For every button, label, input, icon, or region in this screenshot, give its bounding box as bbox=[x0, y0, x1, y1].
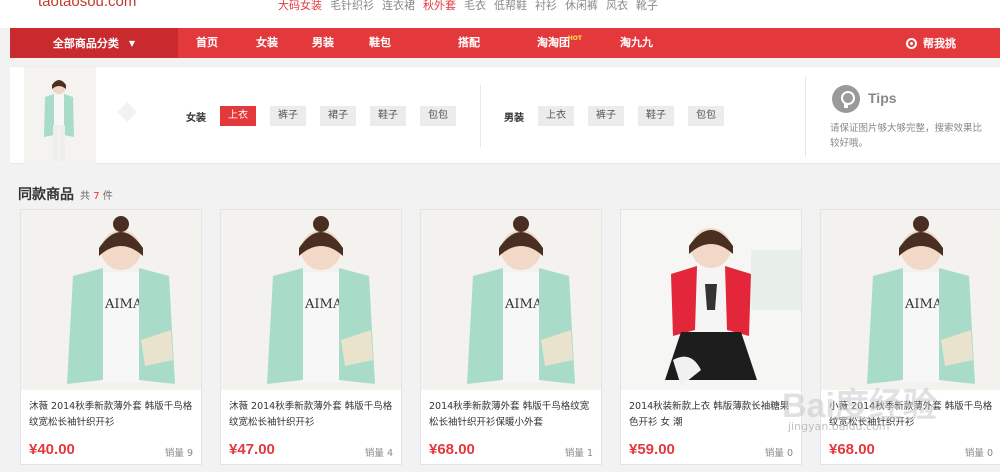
chip-men-bags[interactable]: 包包 bbox=[688, 106, 724, 126]
product-title[interactable]: 沐薇 2014秋季新款薄外套 韩版千鸟格纹宽松长袖针织开衫 bbox=[229, 399, 397, 433]
count-prefix: 共 bbox=[80, 191, 90, 202]
chevron-down-icon: ▼ bbox=[128, 38, 136, 48]
query-image bbox=[44, 80, 74, 161]
hot-badge: HOT bbox=[567, 35, 582, 42]
product-photo: AIMA bbox=[821, 210, 1000, 390]
tips-title: Tips bbox=[868, 90, 897, 106]
nav-item-group-buy-label: 淘淘团 bbox=[537, 36, 570, 49]
product-image[interactable]: AIMA bbox=[821, 210, 1000, 390]
product-card[interactable]: AIMA 沐薇 2014秋季新款薄外套 韩版千鸟格纹宽松长袖针织开衫 ¥40.0… bbox=[20, 209, 202, 465]
nav-item-outfits[interactable]: 搭配 bbox=[458, 28, 480, 58]
product-sales: 销量 0 bbox=[764, 448, 793, 459]
product-card[interactable]: AIMA 小薇 2014秋季新款薄外套 韩版千鸟格纹宽松长袖针织开衫 ¥68.0… bbox=[820, 209, 1000, 465]
tips-text: 请保证图片够大够完整，搜索效果比较好哦。 bbox=[830, 123, 983, 149]
hotlink[interactable]: 连衣裙 bbox=[382, 0, 415, 13]
help-me-pick-button[interactable]: 帮我挑 bbox=[906, 28, 956, 58]
product-image[interactable] bbox=[621, 210, 801, 390]
nav-item-shoes-bags[interactable]: 鞋包 bbox=[369, 28, 391, 58]
svg-text:AIMA: AIMA bbox=[904, 297, 943, 312]
product-sales: 销量 0 bbox=[964, 448, 993, 459]
product-price: ¥68.00 bbox=[829, 441, 875, 458]
hotlink[interactable]: 大码女装 bbox=[278, 0, 322, 13]
target-icon bbox=[906, 37, 917, 49]
hotlink[interactable]: 休闲裤 bbox=[565, 0, 598, 13]
product-image[interactable]: AIMA bbox=[421, 210, 601, 390]
count-number: 7 bbox=[93, 191, 100, 202]
help-me-pick-label: 帮我挑 bbox=[923, 37, 956, 50]
all-categories-label: 全部商品分类 bbox=[52, 37, 119, 50]
chip-women-skirts[interactable]: 裙子 bbox=[320, 106, 356, 126]
product-price: ¥59.00 bbox=[629, 441, 675, 458]
hotlink[interactable]: 低帮鞋 bbox=[494, 0, 527, 13]
same-items-header: 同款商品 共 7 件 bbox=[18, 184, 113, 204]
svg-text:AIMA: AIMA bbox=[104, 297, 143, 312]
svg-text:AIMA: AIMA bbox=[504, 297, 543, 312]
product-title[interactable]: 2014秋装新款上衣 韩版薄款长袖糖果色开衫 女 潮 bbox=[629, 399, 797, 433]
hotlink[interactable]: 风衣 bbox=[606, 0, 628, 13]
item-count: 共 7 件 bbox=[80, 187, 113, 202]
nav-item-group-buy[interactable]: 淘淘团 HOT bbox=[537, 28, 582, 58]
top-bar: taotaosou.com 大码女装 毛针织衫 连衣裙 秋外套 毛衣 低帮鞋 衬… bbox=[0, 0, 1000, 28]
count-suffix: 件 bbox=[102, 191, 113, 202]
product-price: ¥47.00 bbox=[229, 441, 275, 458]
hotlink[interactable]: 靴子 bbox=[636, 0, 658, 13]
men-filter-row: 男装 上衣 裤子 鞋子 包包 bbox=[504, 106, 738, 126]
product-sales: 销量 1 bbox=[564, 448, 593, 459]
query-image-thumbnail[interactable] bbox=[24, 67, 96, 165]
men-filter-label: 男装 bbox=[504, 112, 524, 124]
women-filter-row: 女装 上衣 裤子 裙子 鞋子 包包 bbox=[186, 106, 470, 126]
product-image[interactable]: AIMA bbox=[221, 210, 401, 390]
product-card[interactable]: 2014秋装新款上衣 韩版薄款长袖糖果色开衫 女 潮 ¥59.00 销量 0 bbox=[620, 209, 802, 465]
chip-women-pants[interactable]: 裤子 bbox=[270, 106, 306, 126]
filter-divider bbox=[480, 85, 481, 147]
product-image[interactable]: AIMA bbox=[21, 210, 201, 390]
product-photo: AIMA bbox=[421, 210, 601, 390]
nav-item-men[interactable]: 男装 bbox=[312, 28, 334, 58]
svg-text:AIMA: AIMA bbox=[304, 297, 343, 312]
lightbulb-icon bbox=[832, 85, 860, 113]
nav-item-women[interactable]: 女装 bbox=[256, 28, 278, 58]
hotlink[interactable]: 毛衣 bbox=[464, 0, 486, 13]
nav-item-99[interactable]: 淘九九 bbox=[620, 28, 653, 58]
all-categories-button[interactable]: 全部商品分类 ▼ bbox=[10, 28, 178, 58]
site-logo[interactable]: taotaosou.com bbox=[38, 0, 136, 10]
chip-men-pants[interactable]: 裤子 bbox=[588, 106, 624, 126]
hotlink[interactable]: 秋外套 bbox=[423, 0, 456, 13]
product-card[interactable]: AIMA 2014秋季新款薄外套 韩版千鸟格纹宽松长袖针织开衫保暖小外套 ¥68… bbox=[420, 209, 602, 465]
product-grid: AIMA 沐薇 2014秋季新款薄外套 韩版千鸟格纹宽松长袖针织开衫 ¥40.0… bbox=[20, 209, 1000, 472]
chip-men-tops[interactable]: 上衣 bbox=[538, 106, 574, 126]
product-sales: 销量 4 bbox=[364, 448, 393, 459]
nav-items: 首页 女装 男装 鞋包 搭配 淘淘团 HOT 淘九九 帮我挑 bbox=[178, 28, 1000, 58]
hot-search-links: 大码女装 毛针织衫 连衣裙 秋外套 毛衣 低帮鞋 衬衫 休闲裤 风衣 靴子 bbox=[278, 0, 658, 13]
product-sales: 销量 9 bbox=[164, 448, 193, 459]
chip-women-shoes[interactable]: 鞋子 bbox=[370, 106, 406, 126]
filter-panel: 女装 上衣 裤子 裙子 鞋子 包包 男装 上衣 裤子 鞋子 包包 Tips 请保… bbox=[10, 66, 1000, 165]
product-title[interactable]: 小薇 2014秋季新款薄外套 韩版千鸟格纹宽松长袖针织开衫 bbox=[829, 399, 997, 433]
product-photo bbox=[621, 210, 801, 390]
product-card[interactable]: AIMA 沐薇 2014秋季新款薄外套 韩版千鸟格纹宽松长袖针织开衫 ¥47.0… bbox=[220, 209, 402, 465]
chip-women-bags[interactable]: 包包 bbox=[420, 106, 456, 126]
product-photo: AIMA bbox=[21, 210, 201, 390]
women-filter-label: 女装 bbox=[186, 112, 206, 124]
product-title[interactable]: 2014秋季新款薄外套 韩版千鸟格纹宽松长袖针织开衫保暖小外套 bbox=[429, 399, 597, 433]
product-price: ¥68.00 bbox=[429, 441, 475, 458]
product-photo: AIMA bbox=[221, 210, 401, 390]
chip-men-shoes[interactable]: 鞋子 bbox=[638, 106, 674, 126]
chip-women-tops[interactable]: 上衣 bbox=[220, 106, 256, 126]
main-nav: 全部商品分类 ▼ 首页 女装 男装 鞋包 搭配 淘淘团 HOT 淘九九 帮我挑 bbox=[10, 28, 1000, 58]
product-title[interactable]: 沐薇 2014秋季新款薄外套 韩版千鸟格纹宽松长袖针织开衫 bbox=[29, 399, 197, 433]
nav-item-home[interactable]: 首页 bbox=[196, 28, 218, 58]
hotlink[interactable]: 毛针织衫 bbox=[330, 0, 374, 13]
section-title: 同款商品 bbox=[18, 186, 74, 202]
tips-divider bbox=[805, 77, 806, 157]
panel-notch bbox=[117, 102, 137, 122]
hotlink[interactable]: 衬衫 bbox=[535, 0, 557, 13]
product-price: ¥40.00 bbox=[29, 441, 75, 458]
